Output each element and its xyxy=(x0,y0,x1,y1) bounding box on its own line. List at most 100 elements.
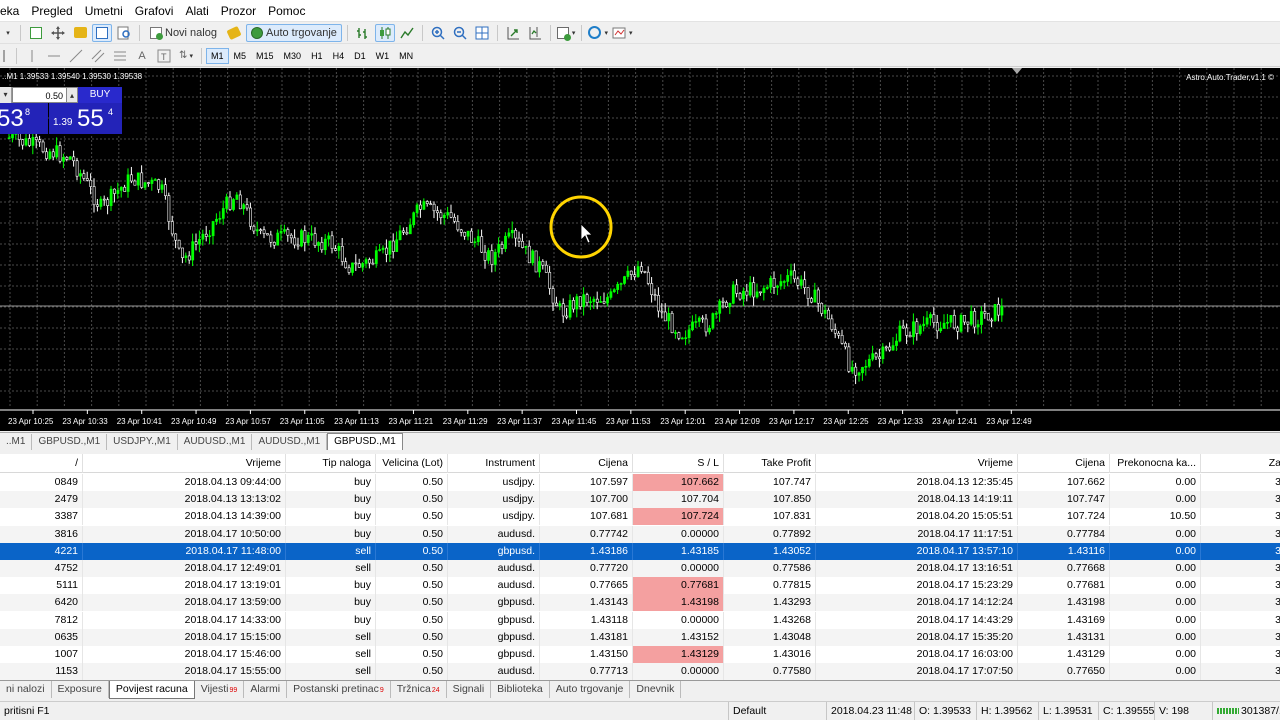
horizontal-line-icon[interactable] xyxy=(44,47,64,65)
cursor-icon[interactable] xyxy=(1,47,11,65)
table-row[interactable]: 3387 2018.04.13 14:39:00 buy 0.50 usdjpy. 107… xyxy=(0,508,1280,526)
period-m15[interactable]: M15 xyxy=(251,48,279,64)
col-open-time-header[interactable]: Vrijeme xyxy=(83,454,286,473)
chart-tab-usdjpy[interactable]: USDJPY.,M1 xyxy=(107,434,178,450)
bar-chart-icon[interactable] xyxy=(353,24,373,42)
tab-account-history[interactable]: Povijest racuna xyxy=(108,681,195,699)
period-m1[interactable]: M1 xyxy=(206,47,229,64)
candle-body xyxy=(456,221,460,231)
menu-view[interactable]: Pregled xyxy=(25,0,78,22)
lot-decrease-button[interactable]: ▾ xyxy=(0,87,12,103)
buy-button[interactable]: BUY xyxy=(78,87,122,103)
table-row[interactable]: 0635 2018.04.17 15:15:00 sell 0.50 gbpusd. 1.… xyxy=(0,628,1280,646)
period-mn[interactable]: MN xyxy=(394,48,418,64)
col-stop-loss-header[interactable]: S / L xyxy=(633,454,724,473)
buy-price-button[interactable]: 1.39 55 4 xyxy=(49,103,122,134)
chart-tab[interactable]: ..M1 xyxy=(0,434,33,450)
indicators-dropdown-icon[interactable]: ▾ xyxy=(556,24,577,42)
text-label-icon[interactable]: T xyxy=(154,47,174,65)
menu-help[interactable]: Pomoc xyxy=(262,0,311,22)
new-order-button[interactable]: Novi nalog xyxy=(145,24,222,42)
chart-tab-gbpusd[interactable]: GBPUSD.,M1 xyxy=(32,434,108,450)
period-h4[interactable]: H4 xyxy=(328,48,350,64)
table-row[interactable]: 5111 2018.04.17 13:19:01 buy 0.50 audusd. 0.7… xyxy=(0,577,1280,595)
text-tool-icon[interactable]: A xyxy=(132,47,152,65)
table-row[interactable]: 0849 2018.04.13 09:44:00 buy 0.50 usdjpy. 107… xyxy=(0,474,1280,491)
chart-tab-audusd[interactable]: AUDUSD.,M1 xyxy=(178,434,253,450)
data-window-icon[interactable] xyxy=(114,24,134,42)
line-chart-icon[interactable] xyxy=(397,24,417,42)
table-row[interactable]: 1007 2018.04.17 15:46:00 sell 0.50 gbpusd. 1.… xyxy=(0,646,1280,663)
navigator-icon[interactable] xyxy=(92,23,112,42)
tab-market[interactable]: Tržnica24 xyxy=(391,681,447,698)
tab-alerts[interactable]: Alarmi xyxy=(244,681,288,698)
vertical-line-icon[interactable] xyxy=(22,47,42,65)
new-chart-dropdown-icon[interactable]: ▾ xyxy=(1,24,15,42)
table-row[interactable]: 3816 2018.04.17 10:50:00 buy 0.50 audusd. 0.7… xyxy=(0,525,1280,543)
table-row[interactable]: 4221 2018.04.17 11:48:00 sell 0.50 gbpusd. 1.… xyxy=(0,542,1280,560)
col-price-header[interactable]: Cijena xyxy=(540,454,633,473)
candlestick-chart-icon[interactable] xyxy=(374,23,395,42)
chart-tab-audusd-2[interactable]: AUDUSD.,M1 xyxy=(252,434,328,450)
col-type-header[interactable]: Tip naloga xyxy=(286,454,376,473)
lot-increase-button[interactable]: ▴ xyxy=(67,87,78,103)
table-row[interactable]: 4752 2018.04.17 12:49:01 sell 0.50 audusd. 0.… xyxy=(0,560,1280,577)
zoom-out-icon[interactable] xyxy=(450,24,470,42)
col-profit-header[interactable]: Za xyxy=(1201,454,1280,473)
tab-exposure[interactable]: Exposure xyxy=(52,681,109,698)
period-d1[interactable]: D1 xyxy=(349,48,371,64)
col-symbol-header[interactable]: Instrument xyxy=(448,454,540,473)
period-m30[interactable]: M30 xyxy=(279,48,307,64)
menu-tools[interactable]: Alati xyxy=(179,0,214,22)
periods-clock-dropdown-icon[interactable]: ▾ xyxy=(587,24,609,42)
tab-journal[interactable]: Dnevnik xyxy=(630,681,682,698)
col-order-header[interactable]: / xyxy=(0,454,83,473)
crosshair-move-icon[interactable] xyxy=(48,24,68,42)
lot-size-input[interactable]: 0.50 xyxy=(12,87,67,103)
sell-price-button[interactable]: 53 8 xyxy=(0,103,48,134)
profiles-icon[interactable] xyxy=(26,24,46,42)
auto-scroll-icon[interactable] xyxy=(503,24,523,42)
auto-trading-button[interactable]: Auto trgovanje xyxy=(245,23,342,42)
table-row[interactable]: 7812 2018.04.17 14:33:00 buy 0.50 gbpusd. 1.4… xyxy=(0,611,1280,629)
col-take-profit-header[interactable]: Take Profit xyxy=(724,454,816,473)
tab-open-orders[interactable]: ni nalozi xyxy=(0,681,52,698)
menu-file[interactable]: eka xyxy=(0,0,25,22)
channel-icon[interactable] xyxy=(88,47,108,65)
tab-signals[interactable]: Signali xyxy=(447,681,492,698)
status-profile[interactable]: Default xyxy=(728,702,826,720)
templates-dropdown-icon[interactable]: ▾ xyxy=(611,24,634,42)
period-w1[interactable]: W1 xyxy=(371,48,395,64)
tab-mailbox[interactable]: Postanski pretinac9 xyxy=(287,681,391,698)
table-row[interactable]: 6420 2018.04.17 13:59:00 buy 0.50 gbpusd. 1.4… xyxy=(0,594,1280,612)
table-row[interactable]: 2479 2018.04.13 13:13:02 buy 0.50 usdjpy. 107… xyxy=(0,491,1280,509)
col-price-cell: 1.43143 xyxy=(540,594,633,612)
timeframe-selector: M1 M5 M15 M30 H1 H4 D1 W1 MN xyxy=(206,47,418,64)
toolbar-separator xyxy=(581,24,583,41)
chart-canvas[interactable]: 23 Apr 10:25 23 Apr 10:33 23 Apr 10:41 23 A… xyxy=(0,68,1280,431)
zoom-in-icon[interactable] xyxy=(428,24,448,42)
tab-library[interactable]: Biblioteka xyxy=(491,681,550,698)
menu-charts[interactable]: Grafovi xyxy=(129,0,180,22)
arrows-dropdown-icon[interactable]: ⇅ ▾ xyxy=(176,47,196,65)
col-size-header[interactable]: Velicina (Lot) xyxy=(376,454,448,473)
col-close-price-header[interactable]: Cijena xyxy=(1018,454,1110,473)
trendline-icon[interactable] xyxy=(66,47,86,65)
col-swap-header[interactable]: Prekonocna ka... xyxy=(1110,454,1201,473)
table-row[interactable]: 1153 2018.04.17 15:55:00 sell 0.50 audusd. 0.… xyxy=(0,663,1280,680)
menu-insert[interactable]: Umetni xyxy=(79,0,129,22)
tile-windows-icon[interactable] xyxy=(472,24,492,42)
tab-news[interactable]: Vijesti99 xyxy=(195,681,245,698)
tab-auto-trading[interactable]: Auto trgovanje xyxy=(550,681,631,698)
metaeditor-icon[interactable] xyxy=(224,24,244,42)
chart-tab-gbpusd-active[interactable]: GBPUSD.,M1 xyxy=(327,433,403,450)
market-watch-icon[interactable] xyxy=(70,24,90,42)
col-close-time-header[interactable]: Vrijeme xyxy=(816,454,1018,473)
menu-window[interactable]: Prozor xyxy=(215,0,262,22)
fibonacci-icon[interactable] xyxy=(110,47,130,65)
period-m5[interactable]: M5 xyxy=(229,48,252,64)
chart-shift-icon[interactable] xyxy=(525,24,545,42)
price-chart[interactable]: 23 Apr 10:25 23 Apr 10:33 23 Apr 10:41 23 A… xyxy=(0,68,1280,431)
period-h1[interactable]: H1 xyxy=(306,48,328,64)
candle-body xyxy=(317,242,320,246)
